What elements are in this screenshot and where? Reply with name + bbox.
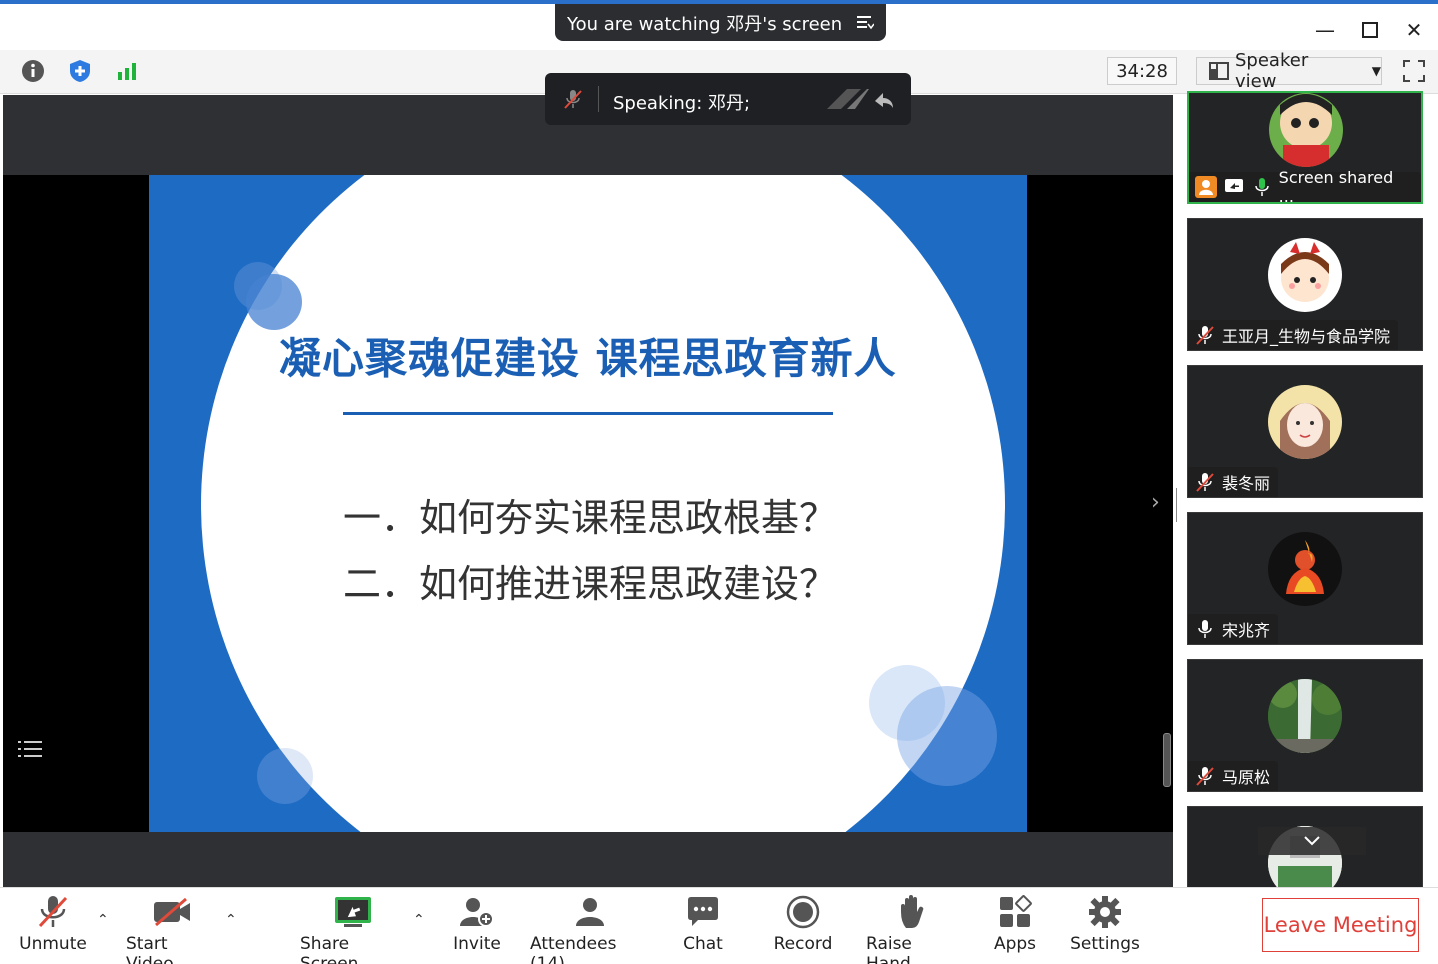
shield-icon[interactable] xyxy=(65,56,95,86)
divider xyxy=(598,86,599,112)
decor-bubble xyxy=(257,748,313,804)
participant-tile[interactable]: 宋兆齐 xyxy=(1187,512,1423,645)
participant-namebar: 王亚月_生物与食品学院 xyxy=(1188,320,1399,350)
participant-namebar: 马原松 xyxy=(1188,761,1279,791)
thumbnail-scrollbar[interactable] xyxy=(1163,733,1171,787)
view-layout-icon xyxy=(1209,62,1229,80)
title-underline xyxy=(343,412,833,415)
zoom-meeting-window: — ✕ You are watching 邓丹's screen 34:28 S… xyxy=(0,0,1438,964)
participants-panel: Screen shared ... 王亚月_生物与食品学院 裴冬丽 宋兆齐 马原… xyxy=(1177,91,1438,896)
participant-name: 王亚月_生物与食品学院 xyxy=(1222,327,1391,346)
watching-label: You are watching 邓丹's screen xyxy=(567,13,843,35)
maximize-icon[interactable] xyxy=(1358,18,1382,42)
minimize-icon[interactable]: — xyxy=(1313,18,1337,42)
slide-item: 二．如何推进课程思政建设？ xyxy=(343,562,838,606)
avatar xyxy=(1268,532,1342,606)
chat-label: Chat xyxy=(683,934,723,954)
menu-icon[interactable] xyxy=(856,13,875,31)
slide-item: 一．如何夯实课程思政根基？ xyxy=(343,496,838,540)
settings-label: Settings xyxy=(1070,934,1140,954)
participant-namebar: Screen shared ... xyxy=(1189,168,1421,202)
avatar xyxy=(1268,238,1342,312)
participant-namebar: 宋兆齐 xyxy=(1188,614,1279,644)
watching-banner[interactable]: You are watching 邓丹's screen xyxy=(555,4,886,41)
share-screen-label: Share Screen xyxy=(300,934,359,964)
invite-label: Invite xyxy=(453,934,501,954)
raise-hand-button[interactable]: Raise Hand xyxy=(866,894,960,964)
avatar xyxy=(1269,93,1343,167)
presentation-slide: 凝心聚魂促建设 课程思政育新人 一．如何夯实课程思政根基？ 二．如何推进课程思政… xyxy=(149,175,1027,832)
scroll-down-icon[interactable] xyxy=(1258,827,1366,855)
avatar xyxy=(1268,385,1342,459)
caret-up-icon[interactable]: ⌃ xyxy=(97,912,111,928)
annotate-icon[interactable] xyxy=(825,85,895,120)
avatar xyxy=(1268,679,1342,753)
apps-icon xyxy=(995,894,1035,930)
unmute-button[interactable]: Unmute xyxy=(18,894,88,954)
settings-button[interactable]: Settings xyxy=(1068,894,1142,954)
close-icon[interactable]: ✕ xyxy=(1402,18,1426,42)
apps-button[interactable]: Apps xyxy=(990,894,1040,954)
start-video-label: Start Video xyxy=(126,934,174,964)
participant-namebar: 裴冬丽 xyxy=(1188,467,1279,497)
caret-up-icon[interactable]: ⌃ xyxy=(413,912,427,928)
share-screen-button[interactable]: Share Screen xyxy=(300,894,406,964)
meeting-controls-bar: Unmute ⌃ Start Video ⌃ Share Screen ⌃ In… xyxy=(0,887,1438,964)
caret-down-icon: ▼ xyxy=(1371,64,1381,78)
attendees-label: Attendees (14) xyxy=(530,934,617,964)
view-label: Speaker view xyxy=(1235,50,1309,92)
decor-bubble xyxy=(246,274,302,330)
participant-name: 裴冬丽 xyxy=(1222,474,1271,493)
info-icon[interactable] xyxy=(18,56,48,86)
mic-icon xyxy=(1194,618,1216,640)
raise-hand-icon xyxy=(893,894,933,930)
caret-up-icon[interactable]: ⌃ xyxy=(225,912,239,928)
video-off-icon xyxy=(152,894,192,930)
participant-tile[interactable]: 王亚月_生物与食品学院 xyxy=(1187,218,1423,351)
apps-label: Apps xyxy=(993,934,1037,954)
participant-name: 马原松 xyxy=(1222,768,1271,787)
attendees-button[interactable]: Attendees (14) xyxy=(530,894,650,964)
share-screen-icon xyxy=(333,894,373,930)
invite-icon xyxy=(457,894,497,930)
start-video-button[interactable]: Start Video xyxy=(126,894,218,964)
host-icon xyxy=(1195,176,1217,198)
gear-icon xyxy=(1085,894,1125,930)
decor-bubble xyxy=(897,686,997,786)
muted-mic-icon xyxy=(1194,765,1216,787)
muted-mic-icon xyxy=(1194,471,1216,493)
unmute-label: Unmute xyxy=(19,934,87,954)
record-label: Record xyxy=(773,934,833,954)
invite-button[interactable]: Invite xyxy=(450,894,504,954)
list-icon[interactable] xyxy=(18,738,44,764)
raise-hand-label: Raise Hand xyxy=(866,934,912,964)
speaking-label: Speaking: 邓丹; xyxy=(613,93,751,114)
speaker-view-button[interactable]: Speaker view ▼ xyxy=(1196,50,1382,92)
speaking-indicator: Speaking: 邓丹; xyxy=(545,73,911,125)
slide-title: 凝心聚魂促建设 课程思政育新人 xyxy=(279,334,897,383)
attendees-icon xyxy=(570,894,610,930)
participant-name: Screen shared ... xyxy=(1278,168,1394,204)
collapse-chevron-icon[interactable]: › xyxy=(1151,490,1171,518)
chat-button[interactable]: Chat xyxy=(680,894,726,954)
participant-tile[interactable]: 裴冬丽 xyxy=(1187,365,1423,498)
leave-meeting-button[interactable]: Leave Meeting xyxy=(1262,898,1419,952)
muted-mic-icon xyxy=(1194,324,1216,346)
signal-icon[interactable] xyxy=(112,56,142,86)
meeting-timer: 34:28 xyxy=(1107,57,1177,85)
record-button[interactable]: Record xyxy=(772,894,834,954)
screen-share-icon xyxy=(1223,176,1245,198)
participant-tile[interactable]: Screen shared ... xyxy=(1187,91,1423,204)
participant-tile[interactable]: 马原松 xyxy=(1187,659,1423,792)
muted-mic-icon xyxy=(33,894,73,930)
mic-icon xyxy=(1251,176,1273,198)
record-icon xyxy=(783,894,823,930)
fullscreen-icon[interactable] xyxy=(1402,59,1426,83)
participant-tile[interactable] xyxy=(1187,806,1423,896)
chat-icon xyxy=(683,894,723,930)
participant-name: 宋兆齐 xyxy=(1222,621,1271,640)
muted-mic-icon xyxy=(562,88,584,115)
